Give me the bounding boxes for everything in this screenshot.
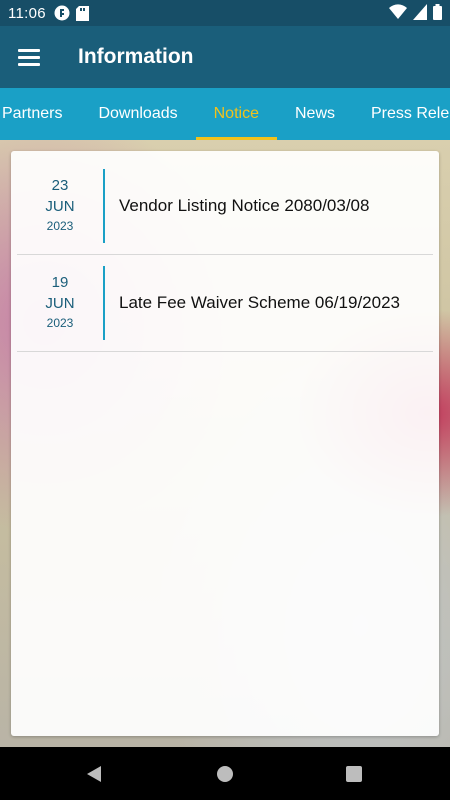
tab-notice[interactable]: Notice [195, 88, 278, 140]
tab-partners[interactable]: Partners [0, 88, 80, 140]
date-year: 2023 [46, 219, 74, 233]
battery-icon [433, 4, 442, 20]
divider [103, 168, 105, 243]
signal-icon [413, 4, 427, 20]
home-icon[interactable] [195, 747, 255, 800]
status-bar: 11:06 [0, 0, 450, 26]
date-month: JUN [45, 198, 75, 215]
page-title: Information [78, 45, 194, 68]
recents-icon[interactable] [324, 747, 384, 800]
tab-press-releases[interactable]: Press Releas [353, 88, 450, 140]
status-time: 11:06 [8, 4, 46, 22]
menu-icon[interactable] [18, 43, 46, 71]
date-block: 23 JUN 2023 [17, 176, 103, 235]
list-item[interactable]: 19 JUN 2023 Late Fee Waiver Scheme 06/19… [17, 254, 433, 352]
app-bar: Information [0, 26, 450, 88]
sd-card-icon [75, 5, 89, 21]
notice-list: 23 JUN 2023 Vendor Listing Notice 2080/0… [11, 151, 439, 736]
date-day: 19 [51, 274, 69, 291]
list-item[interactable]: 23 JUN 2023 Vendor Listing Notice 2080/0… [17, 157, 433, 255]
tab-bar: Partners Downloads Notice News Press Rel… [0, 88, 450, 140]
date-year: 2023 [46, 316, 74, 330]
date-block: 19 JUN 2023 [17, 273, 103, 332]
wifi-icon [389, 4, 407, 20]
tab-news[interactable]: News [277, 88, 353, 140]
notice-title: Vendor Listing Notice 2080/03/08 [119, 195, 370, 215]
back-icon[interactable] [64, 747, 124, 800]
date-month: JUN [45, 295, 75, 312]
app-notification-icon [54, 5, 70, 21]
tab-downloads[interactable]: Downloads [80, 88, 195, 140]
navigation-bar [0, 747, 450, 800]
divider [103, 265, 105, 340]
notice-title: Late Fee Waiver Scheme 06/19/2023 [119, 292, 400, 312]
date-day: 23 [51, 177, 69, 194]
